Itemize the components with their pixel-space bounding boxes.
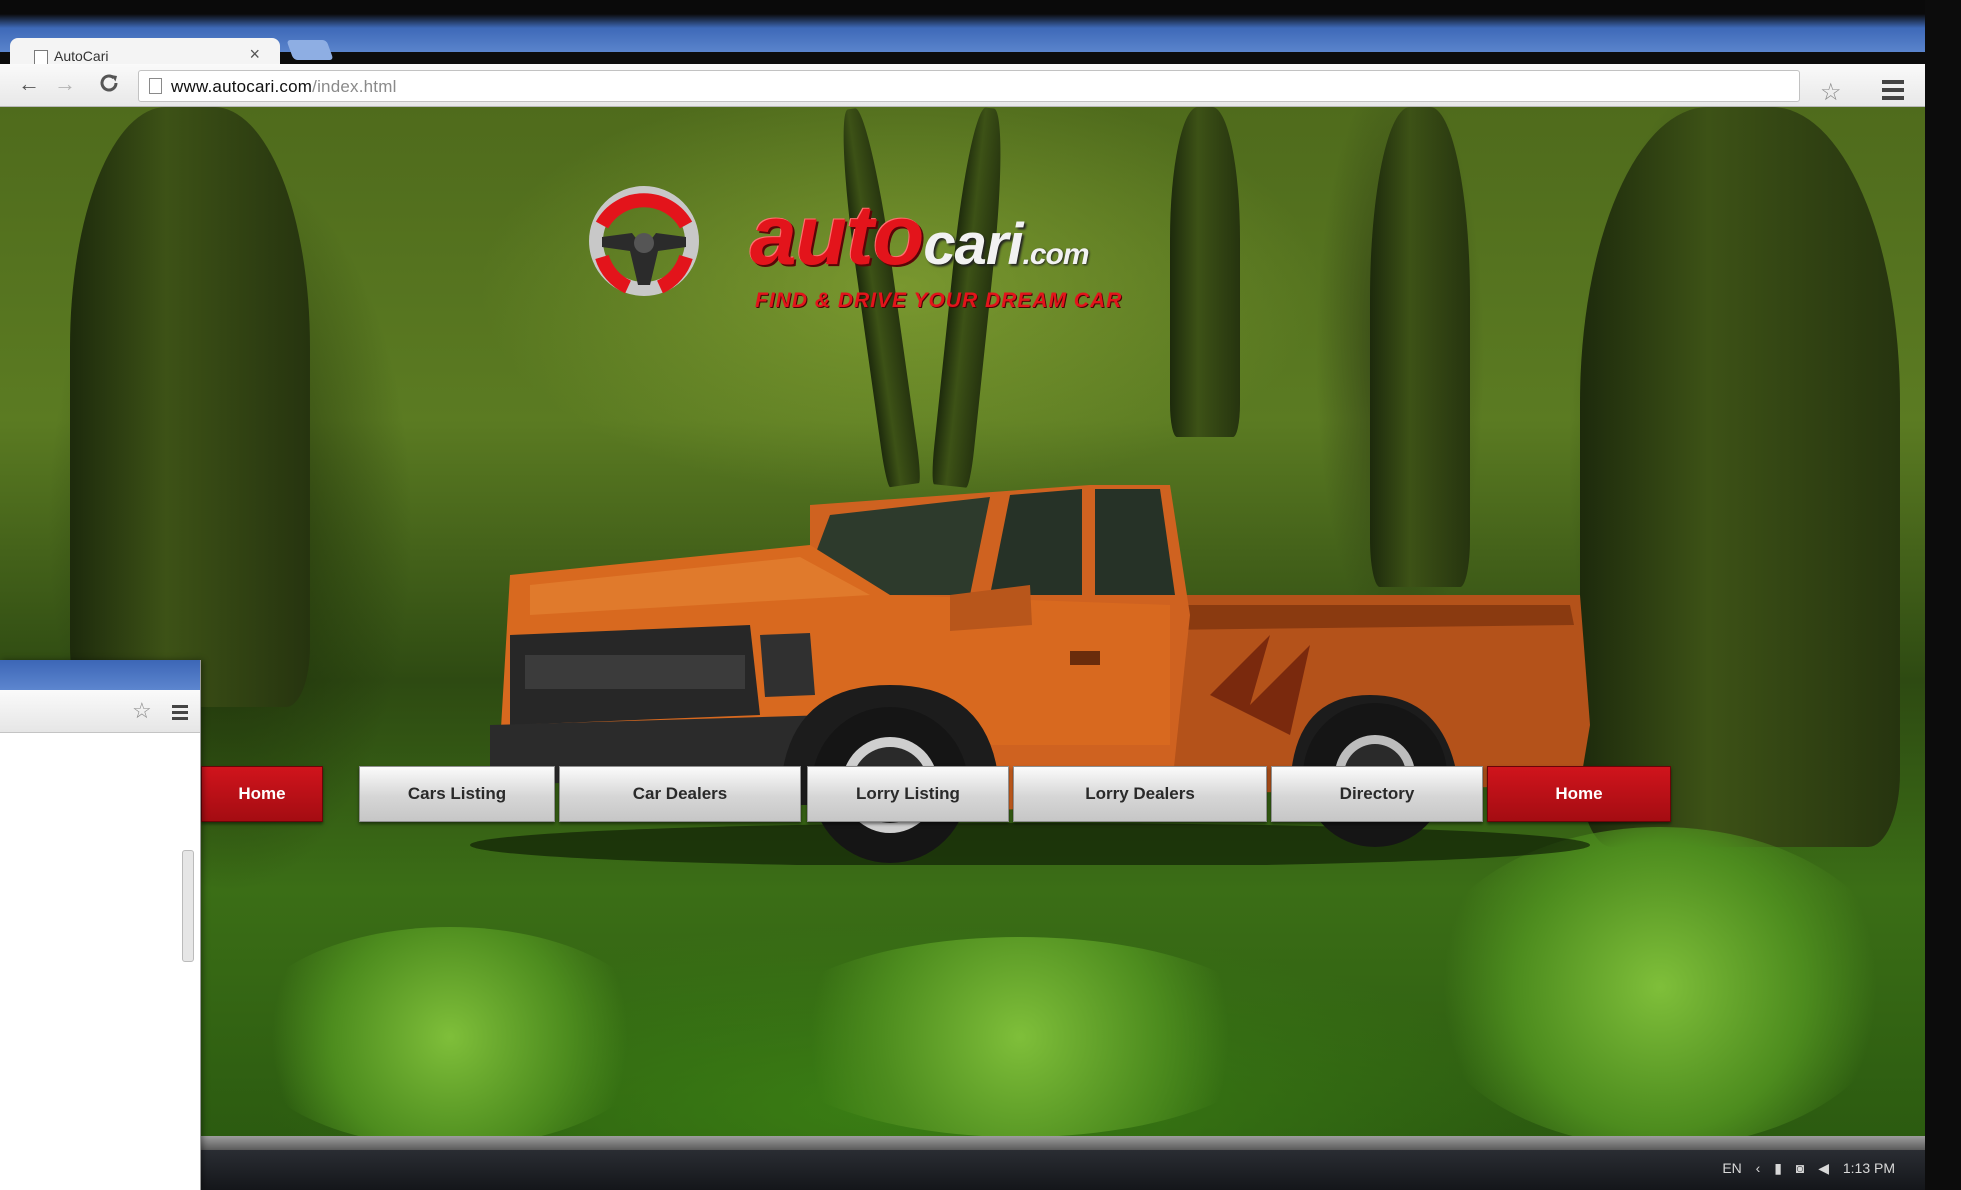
volume-icon[interactable]: ◀ <box>1818 1160 1829 1176</box>
menu-icon[interactable] <box>1880 76 1906 102</box>
reload-icon[interactable] <box>98 72 120 99</box>
scrollbar[interactable] <box>182 850 194 962</box>
address-bar[interactable]: www.autocari.com/index.html <box>138 70 1800 102</box>
window-toolbar: ☆ <box>0 690 200 733</box>
nav-directory-button[interactable]: Directory <box>1271 766 1483 822</box>
tree-trunk <box>70 107 310 707</box>
tab-strip: AutoCari × <box>0 0 1925 76</box>
network-icon[interactable]: ▮ <box>1774 1160 1782 1176</box>
logo-tagline: FIND & DRIVE YOUR DREAM CAR <box>755 289 1123 312</box>
page-icon <box>149 78 162 94</box>
logo-com: .com <box>1022 238 1090 271</box>
system-tray: EN ‹ ▮ ◙ ◀ 1:13 PM <box>1712 1160 1895 1177</box>
fern <box>1420 827 1900 1147</box>
tray-arrow-icon[interactable]: ‹ <box>1756 1160 1761 1176</box>
tab-title: AutoCari <box>54 48 109 64</box>
nav-cars-listing-button[interactable]: Cars Listing <box>359 766 555 822</box>
page-bottom-bar <box>200 1136 1925 1150</box>
fern <box>240 927 660 1147</box>
fern <box>760 937 1280 1137</box>
browser-window: AutoCari × ← → www.autocari.com/index.ht… <box>0 0 1925 1190</box>
nav-home-right-button[interactable]: Home <box>1487 766 1671 822</box>
nav-car-dealers-button[interactable]: Car Dealers <box>559 766 801 822</box>
main-nav: Home Cars Listing Car Dealers Lorry List… <box>201 766 1671 822</box>
shield-icon[interactable]: ◙ <box>1796 1160 1804 1176</box>
logo-wordmark: autocari.com <box>750 187 1090 284</box>
page-viewport: autocari.com FIND & DRIVE YOUR DREAM CAR <box>0 107 1925 1150</box>
bookmark-star-icon[interactable]: ☆ <box>132 698 152 724</box>
close-tab-icon[interactable]: × <box>249 44 260 65</box>
new-tab-button[interactable] <box>286 40 334 60</box>
menu-icon[interactable] <box>172 702 188 723</box>
logo-cari: cari <box>923 212 1023 277</box>
tree-trunk <box>1580 107 1900 847</box>
url-path: /index.html <box>312 77 397 96</box>
back-arrow-icon[interactable]: ← <box>18 72 40 96</box>
steering-wheel-icon <box>589 186 699 296</box>
clock[interactable]: 1:13 PM <box>1843 1160 1895 1176</box>
nav-lorry-dealers-button[interactable]: Lorry Dealers <box>1013 766 1267 822</box>
site-logo[interactable]: autocari.com FIND & DRIVE YOUR DREAM CAR <box>580 179 1280 339</box>
language-indicator[interactable]: EN <box>1722 1160 1741 1176</box>
browser-toolbar: ← → www.autocari.com/index.html ☆ <box>0 64 1925 107</box>
window-titlebar[interactable] <box>0 660 200 690</box>
url-text: www.autocari.com/index.html <box>171 77 397 97</box>
forward-arrow-icon[interactable]: → <box>54 72 76 96</box>
background-browser-window[interactable]: ☆ <box>0 660 201 1190</box>
url-host: www.autocari.com <box>171 77 313 96</box>
logo-auto: auto <box>750 188 924 282</box>
nav-lorry-listing-button[interactable]: Lorry Listing <box>807 766 1009 822</box>
bookmark-star-icon[interactable]: ☆ <box>1820 78 1842 107</box>
taskbar: EN ‹ ▮ ◙ ◀ 1:13 PM <box>200 1150 1925 1190</box>
nav-home-button[interactable]: Home <box>201 766 323 822</box>
